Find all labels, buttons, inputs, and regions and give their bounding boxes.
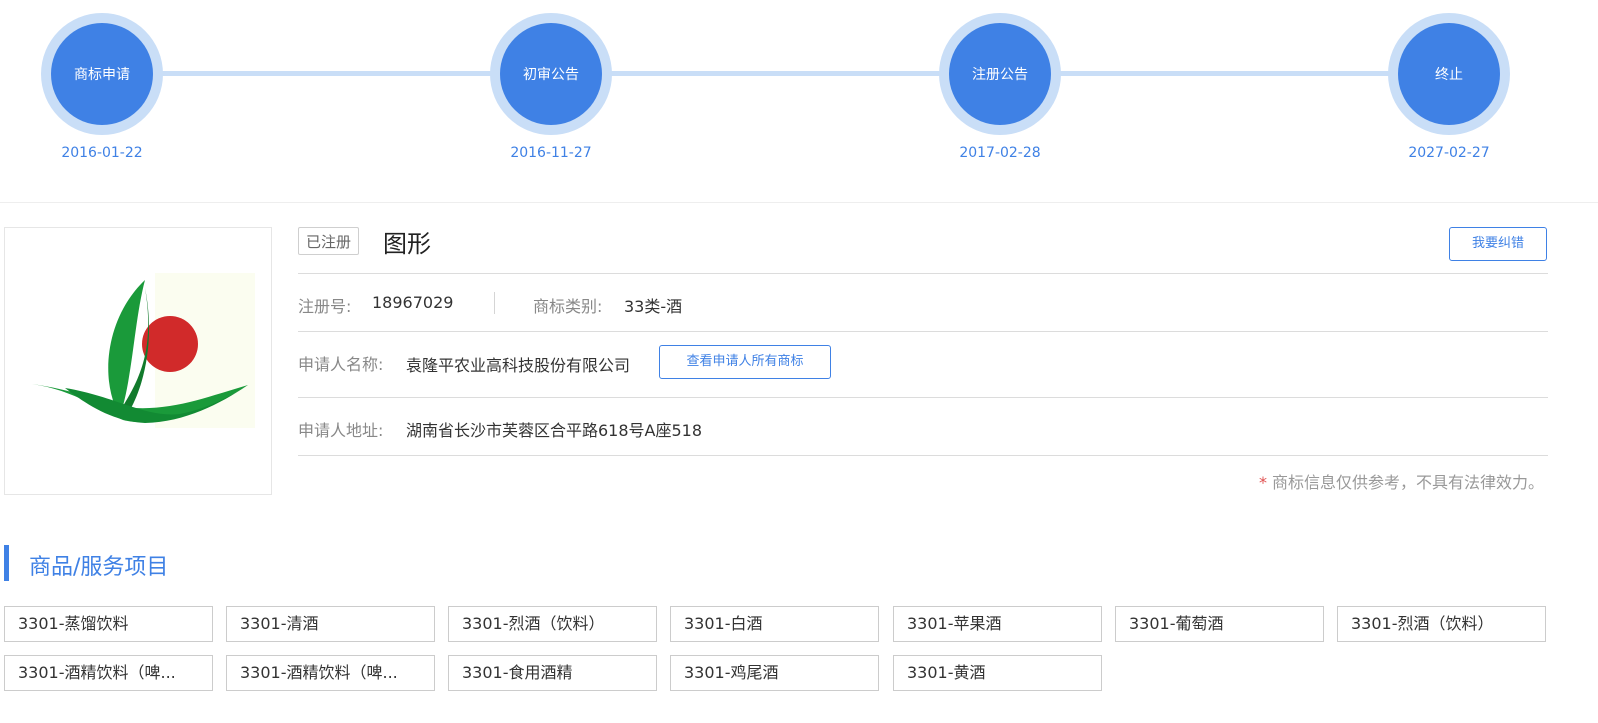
timeline-node: 注册公告 [939, 13, 1061, 135]
divider [298, 397, 1548, 398]
trademark-name: 图形 [383, 230, 431, 258]
field-separator [494, 292, 495, 314]
goods-item[interactable]: 3301-白酒 [670, 606, 879, 642]
goods-section-title: 商品/服务项目 [29, 555, 169, 580]
status-badge: 已注册 [298, 227, 360, 255]
divider [298, 331, 1548, 332]
trademark-logo-graphic [32, 273, 255, 428]
timeline-connector [160, 71, 1450, 76]
report-error-button[interactable]: 我要纠错 [1449, 227, 1547, 261]
timeline-step-date: 2016-01-22 [61, 145, 143, 161]
timeline-step-date: 2017-02-28 [959, 145, 1041, 161]
timeline-step-preliminary: 初审公告 2016-11-27 [490, 13, 612, 161]
timeline-step-label: 初审公告 [500, 23, 602, 125]
goods-item[interactable]: 3301-鸡尾酒 [670, 655, 879, 691]
timeline-step-registration: 注册公告 2017-02-28 [939, 13, 1061, 161]
goods-item[interactable]: 3301-酒精饮料（啤... [226, 655, 435, 691]
address-label: 申请人地址: [298, 421, 384, 440]
applicant-value: 袁隆平农业高科技股份有限公司 [406, 356, 631, 375]
address-value: 湖南省长沙市芙蓉区合平路618号A座518 [406, 421, 703, 440]
applicant-label: 申请人名称: [298, 355, 384, 374]
timeline-step-label: 终止 [1398, 23, 1500, 125]
goods-item[interactable]: 3301-蒸馏饮料 [4, 606, 213, 642]
goods-item[interactable]: 3301-烈酒（饮料） [1337, 606, 1546, 642]
class-label: 商标类别: [533, 297, 603, 316]
timeline-node: 终止 [1388, 13, 1510, 135]
timeline-step-termination: 终止 2027-02-27 [1388, 13, 1510, 161]
goods-item[interactable]: 3301-黄酒 [893, 655, 1102, 691]
goods-item[interactable]: 3301-葡萄酒 [1115, 606, 1324, 642]
disclaimer: * 商标信息仅供参考，不具有法律效力。 [1259, 469, 1544, 493]
reg-no-value: 18967029 [372, 293, 454, 312]
class-value: 33类-酒 [624, 297, 683, 316]
timeline-node: 商标申请 [41, 13, 163, 135]
reg-no-label: 注册号: [298, 297, 352, 316]
timeline-step-label: 商标申请 [51, 23, 153, 125]
timeline-step-date: 2016-11-27 [510, 145, 592, 161]
section-accent-bar [4, 545, 9, 581]
timeline-step-application: 商标申请 2016-01-22 [41, 13, 163, 161]
timeline: 商标申请 2016-01-22 初审公告 2016-11-27 注册公告 201… [0, 0, 1598, 203]
divider [298, 273, 1548, 274]
timeline-step-date: 2027-02-27 [1408, 145, 1490, 161]
timeline-node: 初审公告 [490, 13, 612, 135]
required-star: * [1258, 473, 1267, 492]
goods-item[interactable]: 3301-清酒 [226, 606, 435, 642]
view-applicant-trademarks-button[interactable]: 查看申请人所有商标 [659, 345, 831, 379]
trademark-image[interactable] [4, 227, 272, 495]
disclaimer-text: 商标信息仅供参考，不具有法律效力。 [1271, 473, 1544, 492]
goods-item[interactable]: 3301-烈酒（饮料） [448, 606, 657, 642]
divider [298, 455, 1548, 456]
timeline-step-label: 注册公告 [949, 23, 1051, 125]
goods-item[interactable]: 3301-酒精饮料（啤... [4, 655, 213, 691]
goods-item[interactable]: 3301-食用酒精 [448, 655, 657, 691]
goods-item[interactable]: 3301-苹果酒 [893, 606, 1102, 642]
